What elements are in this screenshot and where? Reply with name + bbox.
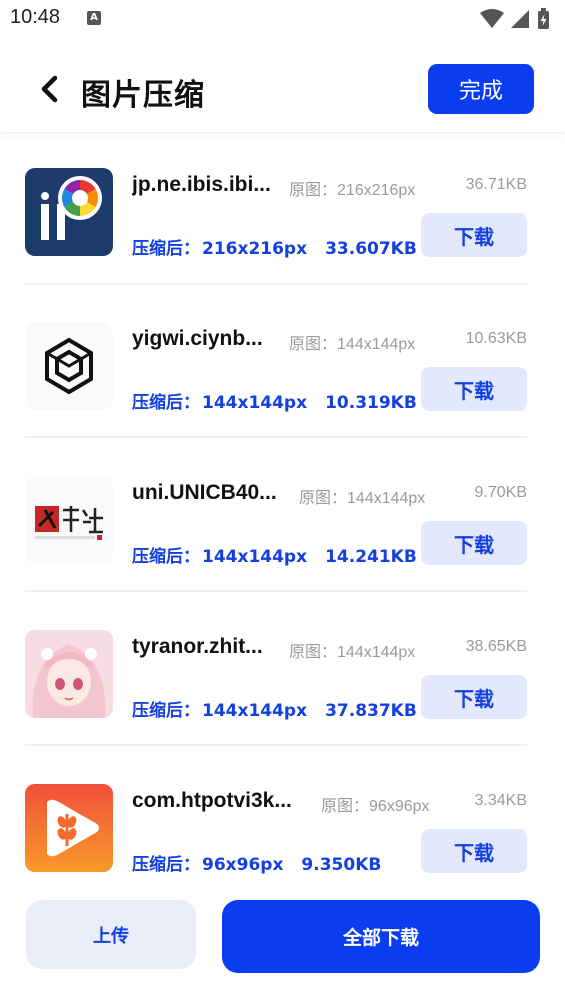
divider <box>25 590 527 592</box>
upload-button[interactable]: 上传 <box>26 900 196 969</box>
original-dimensions: 原图：144x144px <box>299 490 426 507</box>
divider <box>25 744 527 746</box>
compressed-info: 压缩后： 144x144px 10.319KB <box>132 393 417 413</box>
status-bar: 10:48 A <box>0 0 565 38</box>
divider <box>25 283 527 285</box>
page-title: 图片压缩 <box>81 78 205 113</box>
system-icons <box>480 8 549 29</box>
package-name: tyranor.zhit... <box>132 635 263 658</box>
original-dimensions: 原图：144x144px <box>289 644 416 661</box>
fenxiangshe-logo-icon <box>25 476 113 564</box>
download-button[interactable]: 下载 <box>421 521 527 565</box>
original-dimensions: 原图：216x216px <box>289 182 416 199</box>
download-button[interactable]: 下载 <box>421 367 527 411</box>
divider <box>25 436 527 438</box>
package-name: com.htpotvi3k... <box>132 789 292 812</box>
wifi-icon <box>480 9 504 28</box>
image-list[interactable]: jp.ne.ibis.ibi... 原图：216x216px 36.71KB 压… <box>0 138 565 878</box>
app-header: 图片压缩 完成 <box>0 40 565 133</box>
compressed-info: 压缩后： 216x216px 33.607KB <box>132 239 417 259</box>
list-item: tyranor.zhit... 原图：144x144px 38.65KB 压缩后… <box>25 600 527 752</box>
download-button[interactable]: 下载 <box>421 675 527 719</box>
original-dimensions: 原图：144x144px <box>289 336 416 353</box>
original-size: 36.71KB <box>465 176 527 193</box>
list-item: yigwi.ciynb... 原图：144x144px 10.63KB 压缩后：… <box>25 292 527 444</box>
list-item: com.htpotvi3k... 原图：96x96px 3.34KB 压缩后： 9… <box>25 754 527 878</box>
list-item: uni.UNICB40... 原图：144x144px 9.70KB 压缩后： 1… <box>25 446 527 598</box>
download-button[interactable]: 下载 <box>421 829 527 873</box>
done-button[interactable]: 完成 <box>428 64 534 114</box>
cube-logo-icon <box>25 322 113 410</box>
download-button[interactable]: 下载 <box>421 213 527 257</box>
original-size: 38.65KB <box>465 638 527 655</box>
compressed-info: 压缩后： 96x96px 9.350KB <box>132 855 382 875</box>
battery-charging-icon <box>538 8 549 29</box>
package-name: jp.ne.ibis.ibi... <box>132 173 271 196</box>
original-size: 10.63KB <box>465 330 527 347</box>
package-name: uni.UNICB40... <box>132 481 277 504</box>
signal-icon <box>511 10 529 28</box>
original-size: 9.70KB <box>474 484 527 501</box>
compressed-info: 压缩后： 144x144px 37.837KB <box>132 701 417 721</box>
package-name: yigwi.ciynb... <box>132 327 263 350</box>
anime-girl-avatar-icon <box>25 630 113 718</box>
a-letter-icon: A <box>87 11 101 25</box>
list-item: jp.ne.ibis.ibi... 原图：216x216px 36.71KB 压… <box>25 138 527 290</box>
status-time: 10:48 <box>10 6 61 28</box>
original-size: 3.34KB <box>474 792 527 809</box>
ibis-paint-icon <box>25 168 113 256</box>
compressed-info: 压缩后： 144x144px 14.241KB <box>132 547 417 567</box>
wheat-play-icon <box>25 784 113 872</box>
original-dimensions: 原图：96x96px <box>321 798 430 815</box>
chevron-left-icon[interactable] <box>36 74 62 104</box>
download-all-button[interactable]: 全部下载 <box>222 900 540 973</box>
